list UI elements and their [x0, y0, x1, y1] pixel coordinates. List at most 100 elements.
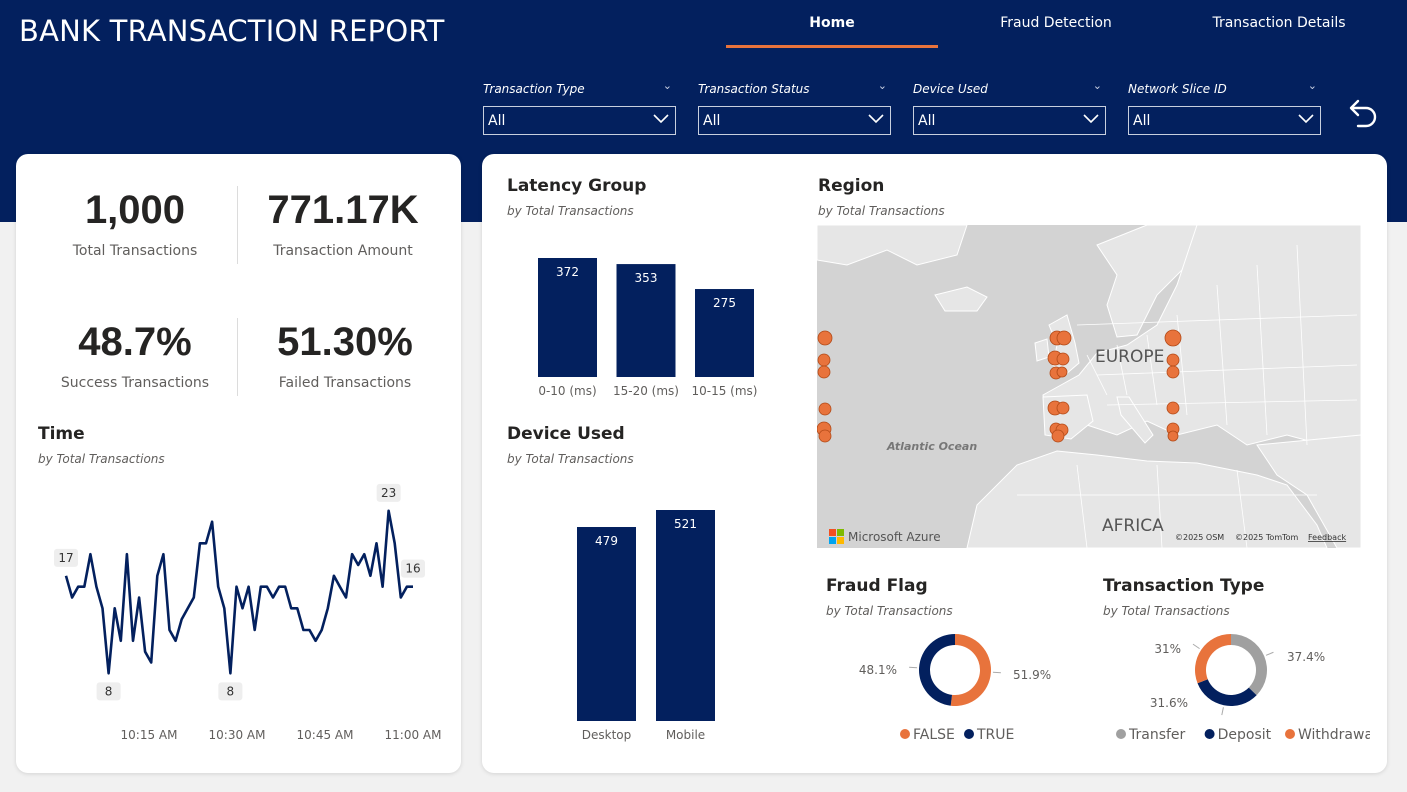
- map-copyright-osm: ©2025 OSM: [1175, 533, 1224, 542]
- map-bubble[interactable]: [1056, 330, 1072, 346]
- bar-category-label: Desktop: [582, 728, 632, 742]
- map-bubble[interactable]: [1051, 429, 1065, 443]
- kpi-label: Total Transactions: [72, 243, 198, 259]
- map-bubble[interactable]: [818, 402, 832, 416]
- filter-transaction-status: Transaction Status ⌄ All: [698, 79, 891, 135]
- map-bubble[interactable]: [817, 353, 831, 367]
- region-map-title: Region: [818, 176, 885, 196]
- map-bubble[interactable]: [1167, 430, 1179, 442]
- donut-slice: [1195, 634, 1231, 684]
- map-bubble[interactable]: [818, 429, 832, 443]
- time-data-label: 8: [105, 684, 113, 698]
- region-map-subtitle: by Total Transactions: [818, 204, 945, 218]
- fraud-donut-chart[interactable]: 51.9% 48.1% FALSE TRUE: [820, 624, 1080, 749]
- type-donut-chart[interactable]: 37.4% 31.6% 31% Transfer Deposit Withdrawal: [1100, 624, 1370, 749]
- bar-category-label: 10-15 (ms): [692, 384, 758, 398]
- bar-value-label: 479: [595, 534, 618, 548]
- filter-dropdown[interactable]: All: [698, 106, 891, 135]
- filter-dropdown[interactable]: All: [913, 106, 1106, 135]
- reset-icon[interactable]: [1344, 98, 1380, 134]
- bar-value-label: 353: [635, 271, 658, 285]
- divider: [237, 318, 238, 396]
- tab-home[interactable]: Home: [726, 15, 938, 31]
- latency-bar-chart[interactable]: 372 0-10 (ms) 353 15-20 (ms) 275 10-15 (ms): [500, 232, 800, 407]
- kpi-transaction-amount: 771.17K Transaction Amount: [243, 188, 443, 259]
- fraud-chart-title: Fraud Flag: [826, 576, 928, 596]
- legend-label: Withdrawal: [1298, 727, 1370, 743]
- map-label-europe: EUROPE: [1095, 347, 1164, 367]
- time-data-label: 23: [381, 486, 396, 500]
- page-title: BANK TRANSACTION REPORT: [19, 14, 445, 48]
- filter-label: Network Slice ID: [1128, 82, 1227, 96]
- chevron-down-icon: [653, 114, 669, 124]
- bar-category-label: 0-10 (ms): [538, 384, 596, 398]
- time-chart-title: Time: [38, 424, 85, 444]
- map-bubble[interactable]: [817, 365, 831, 379]
- map-bubble[interactable]: [1166, 365, 1180, 379]
- tab-transaction-details[interactable]: Transaction Details: [1173, 15, 1385, 31]
- map-bubble[interactable]: [1056, 401, 1070, 415]
- time-series-line: [64, 509, 413, 675]
- chevron-down-icon: [1298, 114, 1314, 124]
- legend-label: Deposit: [1218, 727, 1272, 743]
- logo-square: [829, 529, 836, 536]
- chevron-down-icon[interactable]: ⌄: [663, 79, 672, 92]
- donut-slice-label: 37.4%: [1287, 650, 1325, 664]
- time-chart-subtitle: by Total Transactions: [38, 452, 165, 466]
- map-label-ocean: Atlantic Ocean: [886, 440, 977, 453]
- map-copyright-tomtom: ©2025 TomTom: [1235, 533, 1299, 542]
- filter-network-slice-id: Network Slice ID ⌄ All: [1128, 79, 1321, 135]
- logo-square: [829, 537, 836, 544]
- ireland-shape: [1034, 338, 1050, 362]
- donut-slice: [919, 634, 955, 706]
- active-tab-indicator: [726, 45, 938, 48]
- legend-label: FALSE: [913, 727, 955, 743]
- filter-label: Transaction Status: [698, 82, 810, 96]
- device-bar-chart[interactable]: 479 Desktop 521 Mobile: [500, 480, 800, 750]
- filter-dropdown[interactable]: All: [1128, 106, 1321, 135]
- chevron-down-icon[interactable]: ⌄: [878, 79, 887, 92]
- kpi-success-transactions: 48.7% Success Transactions: [35, 320, 235, 391]
- kpi-label: Failed Transactions: [278, 375, 412, 391]
- device-chart-title: Device Used: [507, 424, 625, 444]
- map-label-africa: AFRICA: [1102, 516, 1164, 536]
- map-bubble[interactable]: [817, 330, 833, 346]
- map-brand: Microsoft Azure: [848, 530, 941, 544]
- bar: [656, 510, 715, 721]
- time-data-label: 17: [58, 551, 73, 565]
- map-bubble[interactable]: [1166, 353, 1180, 367]
- time-data-label: 8: [227, 684, 235, 698]
- map-bubble[interactable]: [1056, 352, 1070, 366]
- bar-value-label: 275: [713, 296, 736, 310]
- chevron-down-icon[interactable]: ⌄: [1308, 79, 1317, 92]
- map-feedback-link[interactable]: Feedback: [1308, 533, 1346, 542]
- legend-marker: [900, 729, 910, 739]
- latency-chart-subtitle: by Total Transactions: [507, 204, 634, 218]
- time-line-chart[interactable]: 17 16 23 8 8 10:15 AM 10:30 AM 10:45 AM 11:00 AM: [16, 480, 461, 750]
- bar-value-label: 372: [556, 265, 579, 279]
- kpi-value: 771.17K: [267, 188, 419, 232]
- tab-fraud-detection[interactable]: Fraud Detection: [950, 15, 1162, 31]
- filter-value: All: [1133, 113, 1151, 129]
- kpi-failed-transactions: 51.30% Failed Transactions: [245, 320, 445, 391]
- type-chart-title: Transaction Type: [1103, 576, 1265, 596]
- donut-slice-label: 51.9%: [1013, 668, 1051, 682]
- legend-label: TRUE: [976, 727, 1014, 743]
- legend-marker: [1285, 729, 1295, 739]
- legend-marker: [1116, 729, 1126, 739]
- chevron-down-icon[interactable]: ⌄: [1093, 79, 1102, 92]
- filter-device-used: Device Used ⌄ All: [913, 79, 1106, 135]
- bar: [577, 527, 636, 721]
- map-bubble[interactable]: [1056, 366, 1068, 378]
- map-bubble[interactable]: [1166, 401, 1180, 415]
- type-chart-subtitle: by Total Transactions: [1103, 604, 1230, 618]
- region-map[interactable]: EUROPE Atlantic Ocean AFRICA Microsoft A…: [817, 225, 1361, 548]
- filter-dropdown[interactable]: All: [483, 106, 676, 135]
- map-bubble[interactable]: [1164, 329, 1182, 347]
- filter-value: All: [703, 113, 721, 129]
- logo-square: [837, 529, 844, 536]
- fraud-chart-subtitle: by Total Transactions: [826, 604, 953, 618]
- kpi-value: 48.7%: [78, 320, 192, 364]
- map-basemap: EUROPE Atlantic Ocean AFRICA Microsoft A…: [817, 225, 1361, 548]
- bar-value-label: 521: [674, 517, 697, 531]
